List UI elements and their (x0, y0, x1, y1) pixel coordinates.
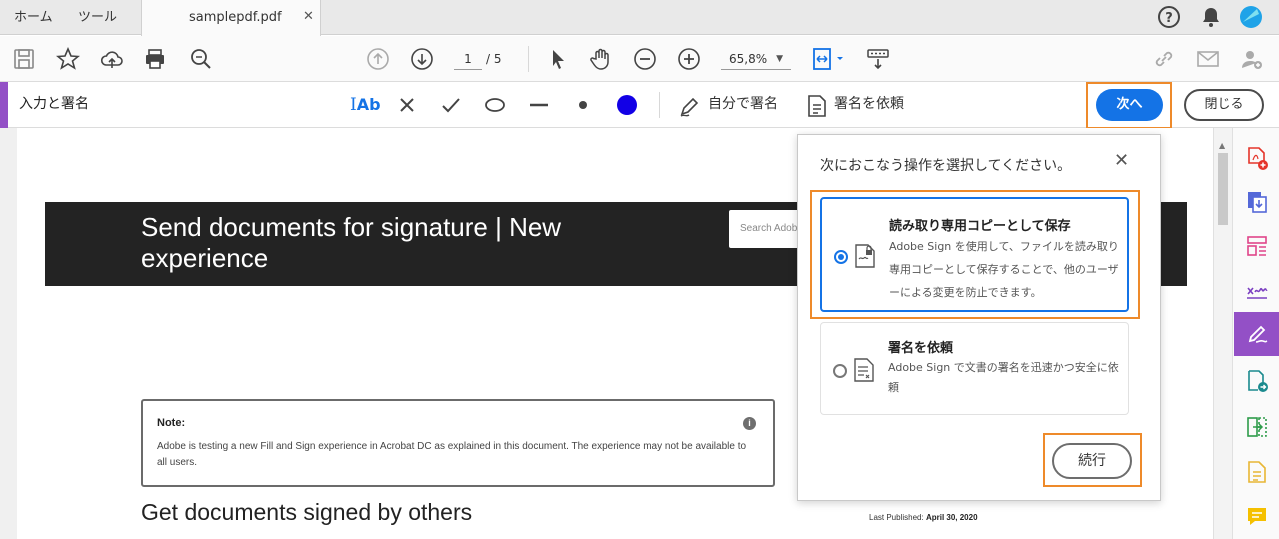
option-request-signatures[interactable]: 署名を依頼 Adobe Sign で文書の署名を迅速かつ安全に依頼 (820, 322, 1129, 415)
request-signatures-button[interactable]: 署名を依頼 (806, 82, 916, 127)
line-tool-icon[interactable] (527, 93, 551, 117)
request-signatures-label: 署名を依頼 (834, 96, 904, 112)
rail-organize-pages[interactable] (1234, 405, 1279, 449)
popover-title: 次におこなう操作を選択してください。 (820, 158, 1072, 174)
fill-sign-x-icon (1247, 287, 1268, 299)
add-text-label: Ab (356, 95, 381, 114)
signbar-divider (659, 92, 660, 118)
edit-pdf-icon (1247, 236, 1267, 256)
rail-sign-active[interactable] (1234, 312, 1279, 356)
fill-and-sign-accent (0, 82, 8, 128)
banner-title: Send documents for signature | New exper… (141, 212, 562, 273)
close-fill-sign-button[interactable]: 閉じる (1184, 89, 1264, 121)
save-icon[interactable] (12, 47, 36, 71)
rail-edit-pdf[interactable] (1234, 224, 1279, 268)
sign-yourself-button[interactable]: 自分で署名 (678, 82, 788, 127)
cloud-upload-icon[interactable] (100, 47, 124, 71)
account-avatar-icon[interactable] (1239, 5, 1263, 29)
scrollbar-thumb[interactable] (1218, 153, 1228, 225)
fill-and-sign-title: 入力と署名 (19, 96, 89, 112)
create-pdf-icon (1248, 147, 1268, 170)
rail-export-file[interactable] (1234, 450, 1279, 494)
toolbar-divider (528, 46, 529, 72)
export-pdf-icon (1248, 192, 1267, 213)
svg-text:?: ? (1165, 11, 1173, 26)
previous-page-icon[interactable] (366, 47, 390, 71)
notifications-bell-icon[interactable] (1199, 5, 1223, 29)
zoom-value: 65,8% (729, 52, 768, 66)
add-user-icon[interactable] (1240, 47, 1264, 71)
option-request-signatures-radio[interactable] (833, 364, 847, 378)
info-icon: i (743, 417, 756, 430)
help-icon[interactable]: ? (1157, 5, 1181, 29)
next-page-icon[interactable] (410, 47, 434, 71)
main-toolbar: 1 / 5 65,8% ▼ (0, 36, 1279, 82)
print-icon[interactable] (143, 47, 167, 71)
scroll-up-arrow-icon[interactable]: ▲ (1219, 141, 1225, 150)
next-button[interactable]: 次へ (1096, 89, 1163, 121)
color-picker-icon[interactable] (615, 93, 639, 117)
rail-comment[interactable] (1234, 494, 1279, 538)
note-body: Adobe is testing a new Fill and Sign exp… (157, 441, 747, 468)
sign-yourself-label: 自分で署名 (708, 96, 778, 112)
organize-pages-icon (1247, 417, 1267, 437)
tab-document-label: samplepdf.pdf (189, 10, 282, 25)
selected-option-highlight (810, 190, 1140, 319)
tab-tools[interactable]: ツール (78, 0, 117, 35)
text-cursor-icon: I (350, 95, 357, 115)
email-icon[interactable] (1196, 47, 1220, 71)
signature-pen-icon (1248, 325, 1268, 343)
continue-button[interactable]: 続行 (1052, 443, 1132, 479)
option-request-signatures-desc: Adobe Sign で文書の署名を迅速かつ安全に依頼 (888, 361, 1119, 394)
cross-mark-icon[interactable] (395, 93, 419, 117)
check-mark-icon[interactable] (439, 93, 463, 117)
rail-send-sign[interactable] (1234, 359, 1279, 403)
ellipse-tool-icon[interactable] (483, 93, 507, 117)
last-published-date: April 30, 2020 (925, 513, 978, 522)
sign-document-icon (854, 358, 874, 382)
last-published-label: Last Published: (869, 513, 924, 522)
dot-tool-icon[interactable] (571, 93, 595, 117)
zoom-out-icon[interactable] (633, 47, 657, 71)
option-request-signatures-title: 署名を依頼 (888, 341, 954, 356)
search-zoom-icon[interactable] (189, 47, 213, 71)
select-cursor-icon[interactable] (546, 47, 570, 71)
comment-icon (1248, 508, 1266, 525)
keyboard-tools-icon[interactable] (866, 47, 890, 71)
rail-fill-sign[interactable] (1234, 268, 1279, 312)
right-tools-rail (1232, 128, 1279, 539)
popover-close-icon[interactable]: ✕ (1114, 150, 1129, 171)
chevron-down-icon: ▼ (776, 54, 783, 64)
zoom-in-icon[interactable] (677, 47, 701, 71)
tab-close-icon[interactable]: ✕ (303, 0, 314, 34)
pen-sign-icon (680, 97, 699, 117)
page-fit-icon[interactable] (812, 47, 848, 71)
document-heading: Get documents signed by others (141, 499, 473, 525)
rail-create-pdf[interactable] (1234, 136, 1279, 180)
tab-bar: ホーム ツール samplepdf.pdf ✕ ? (0, 0, 1279, 36)
rail-export-pdf[interactable] (1234, 180, 1279, 224)
document-sign-icon (808, 95, 826, 117)
bookmark-star-icon[interactable] (56, 47, 80, 71)
tab-document[interactable]: samplepdf.pdf ✕ (141, 0, 321, 36)
note-box: Note: i Adobe is testing a new Fill and … (141, 399, 775, 487)
last-published: Last Published: April 30, 2020 (869, 513, 978, 522)
add-text-tool[interactable]: IAb (350, 82, 381, 127)
page-total: / 5 (486, 52, 502, 66)
note-title: Note: (157, 417, 186, 429)
page-number-input[interactable]: 1 (454, 48, 482, 70)
vertical-scrollbar[interactable]: ▲ (1213, 128, 1232, 539)
tab-home[interactable]: ホーム (14, 0, 53, 35)
send-for-signature-icon (1248, 370, 1268, 392)
share-link-icon[interactable] (1152, 47, 1176, 71)
hand-tool-icon[interactable] (589, 47, 613, 71)
export-file-icon (1248, 461, 1266, 483)
zoom-dropdown[interactable]: 65,8% ▼ (721, 48, 791, 70)
